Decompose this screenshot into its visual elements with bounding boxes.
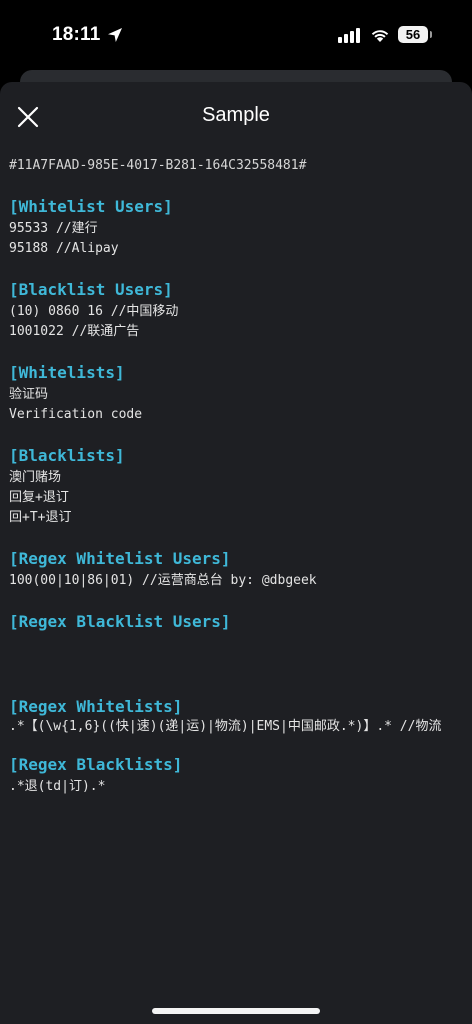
rule-line: .*退(td|订).* (9, 779, 106, 794)
status-time: 18:11 (52, 24, 123, 46)
cellular-signal-icon (338, 28, 360, 43)
sheet-title: Sample (202, 104, 270, 126)
section-whitelist-users: [Whitelist Users] 95533 //建行 95188 //Ali… (9, 196, 465, 259)
rule-line: 1001022 //联通广告 (9, 324, 140, 339)
rule-line: .*【(\w{1,6}((快|速)(递|运)|物流)|EMS|中国邮政.*)】.… (9, 719, 442, 734)
section-whitelists: [Whitelists] 验证码 Verification code (9, 362, 465, 425)
section-header: [Regex Blacklist Users] (9, 612, 231, 631)
section-header: [Regex Whitelists] (9, 697, 183, 716)
section-blacklist-users: [Blacklist Users] (10) 0860 16 //中国移动 10… (9, 279, 465, 342)
sheet-header: Sample (0, 82, 472, 152)
sample-sheet: Sample #11A7FAAD-985E-4017-B281-164C3255… (0, 82, 472, 1024)
rule-line: 回复+退订 (9, 490, 69, 505)
status-bar: 18:11 56 (0, 0, 472, 70)
rule-line: 95188 //Alipay (9, 241, 119, 256)
empty-section-spacer (9, 634, 465, 676)
section-regex-blacklist-users: [Regex Blacklist Users] (9, 611, 465, 676)
rule-line: 澳门赌场 (9, 470, 62, 485)
section-header: [Whitelist Users] (9, 197, 173, 216)
section-header: [Regex Whitelist Users] (9, 549, 231, 568)
rule-line: 验证码 (9, 387, 49, 402)
battery-tip (430, 31, 432, 38)
rule-line: 100(00|10|86|01) //运营商总台 by: @dbgeek (9, 573, 317, 588)
section-header: [Regex Blacklists] (9, 755, 183, 774)
wifi-icon (371, 30, 389, 42)
section-regex-whitelist-users: [Regex Whitelist Users] 100(00|10|86|01)… (9, 548, 465, 591)
section-regex-blacklists: [Regex Blacklists] .*退(td|订).* (9, 754, 465, 797)
location-arrow-icon (107, 28, 122, 42)
battery-level: 56 (405, 27, 421, 42)
rule-line: 95533 //建行 (9, 221, 98, 236)
rule-line: 回+T+退订 (9, 510, 72, 525)
rule-line: (10) 0860 16 //中国移动 (9, 304, 179, 319)
uuid-line: #11A7FAAD-985E-4017-B281-164C32558481# (9, 158, 307, 173)
section-header: [Blacklists] (9, 446, 125, 465)
section-blacklists: [Blacklists] 澳门赌场 回复+退订 回+T+退订 (9, 445, 465, 528)
section-header: [Whitelists] (9, 363, 125, 382)
rule-content: #11A7FAAD-985E-4017-B281-164C32558481# [… (9, 156, 465, 817)
home-indicator[interactable] (152, 1008, 320, 1014)
section-regex-whitelists: [Regex Whitelists] .*【(\w{1,6}((快|速)(递|运… (9, 696, 465, 734)
status-time-text: 18:11 (52, 24, 101, 45)
battery-indicator: 56 (398, 26, 428, 43)
section-header: [Blacklist Users] (9, 280, 173, 299)
rule-line: Verification code (9, 407, 143, 422)
